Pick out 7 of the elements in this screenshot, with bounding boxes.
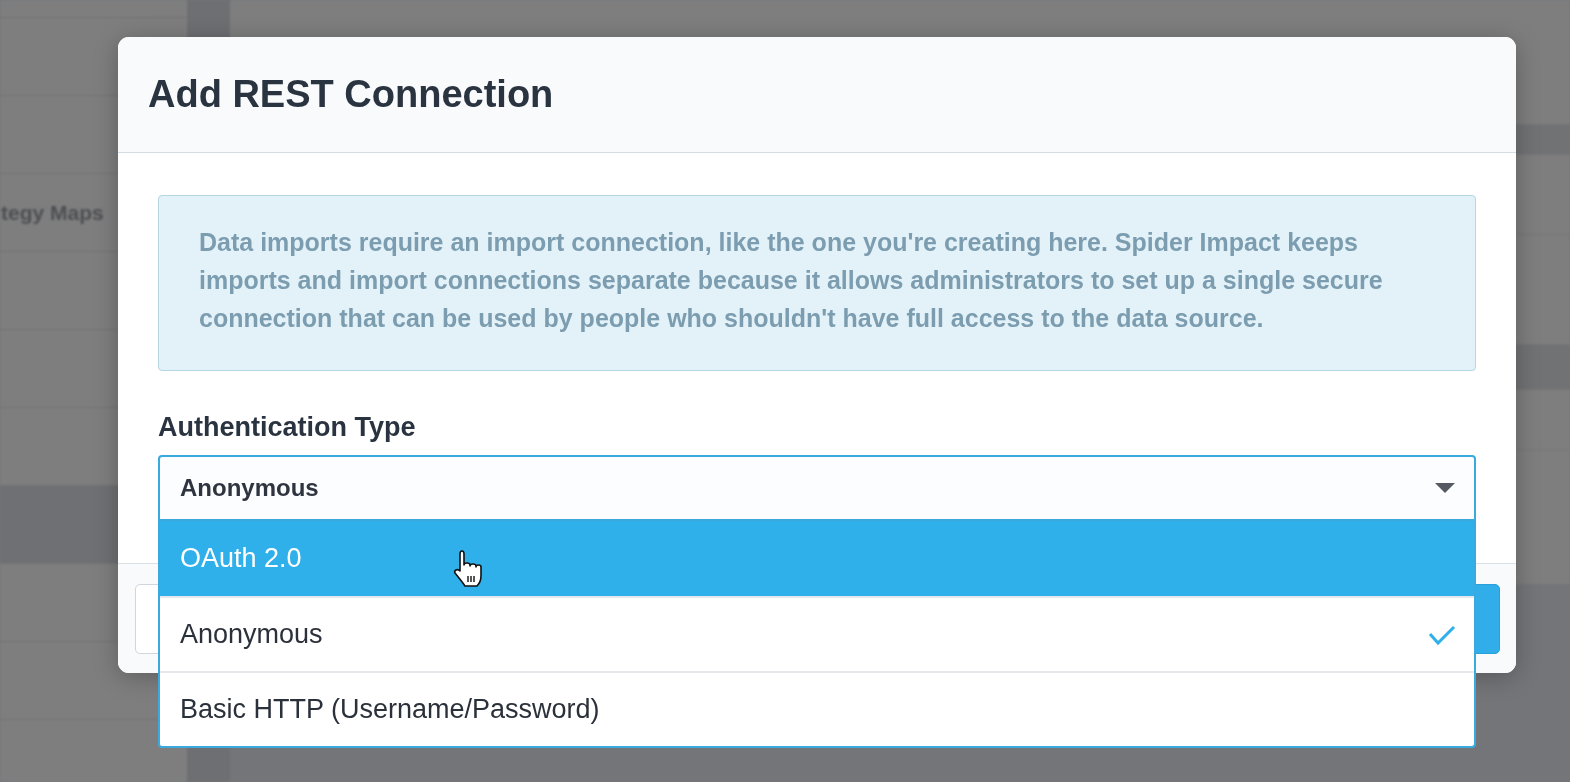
dialog-title: Add REST Connection (148, 71, 554, 117)
field-label: Authentication Type (158, 412, 417, 442)
dropdown-option[interactable]: Basic HTTP (Username/Password) (160, 671, 1474, 746)
dropdown-option[interactable]: Anonymous (160, 596, 1474, 671)
caret-icon (1435, 483, 1455, 493)
info-message: Data imports require an import connection, like the one you're creating here. Spider Impact keeps imports and import connections separate because it allows administrators to set up a single secure connection that can be used by people who shouldn't have full access to the data source. (158, 195, 1476, 371)
authentication-type-select[interactable]: Anonymous (158, 455, 1476, 521)
